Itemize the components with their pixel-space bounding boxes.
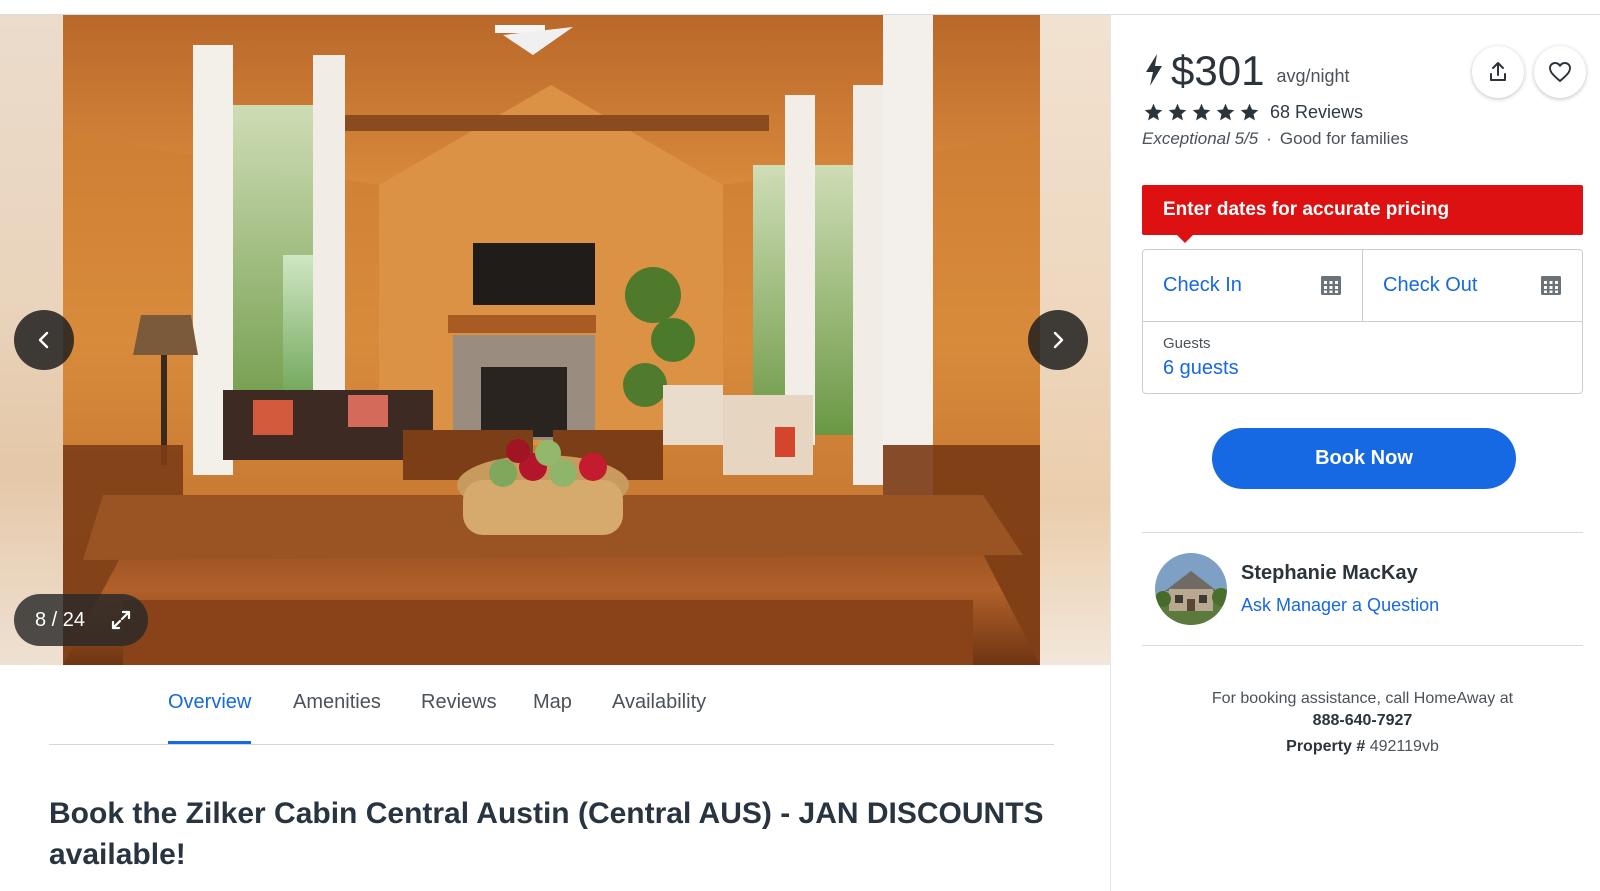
photo-gallery[interactable]: 8 / 24 bbox=[0, 15, 1110, 665]
expand-icon[interactable] bbox=[110, 609, 132, 631]
section-divider bbox=[1142, 645, 1583, 646]
star-icon bbox=[1168, 103, 1187, 121]
check-out-label: Check Out bbox=[1383, 274, 1478, 296]
tab-map[interactable]: Map bbox=[533, 683, 572, 744]
separator-dot: · bbox=[1266, 129, 1272, 148]
rating-summary: Exceptional 5/5 · Good for families bbox=[1142, 129, 1408, 149]
guests-value: 6 guests bbox=[1163, 357, 1239, 379]
share-button[interactable] bbox=[1472, 46, 1524, 98]
star-icon bbox=[1192, 103, 1211, 121]
price-display: $301 avg/night bbox=[1143, 45, 1350, 95]
section-tabs: Overview Amenities Reviews Map Availabil… bbox=[49, 683, 1054, 745]
photo-counter-text: 8 / 24 bbox=[35, 608, 86, 631]
reviews-count[interactable]: 68 Reviews bbox=[1270, 102, 1363, 123]
manager-avatar bbox=[1155, 553, 1227, 625]
check-in-label: Check In bbox=[1163, 274, 1242, 296]
assistance-text: For booking assistance, call HomeAway at bbox=[1211, 690, 1514, 707]
price-unit: avg/night bbox=[1276, 66, 1350, 86]
photo-counter[interactable]: 8 / 24 bbox=[14, 594, 148, 646]
rating-score: Exceptional 5/5 bbox=[1142, 129, 1259, 148]
star-icon bbox=[1144, 103, 1163, 121]
alert-pointer bbox=[1176, 234, 1194, 243]
manager-name: Stephanie MacKay bbox=[1241, 562, 1418, 584]
share-icon bbox=[1490, 62, 1506, 81]
lightning-icon bbox=[1146, 54, 1162, 86]
section-divider bbox=[1142, 532, 1583, 533]
star-icon bbox=[1240, 103, 1259, 121]
chevron-left-icon bbox=[38, 331, 49, 349]
calendar-icon bbox=[1321, 276, 1341, 295]
booking-assistance: For booking assistance, call HomeAway at… bbox=[1142, 688, 1583, 758]
guests-label: Guests bbox=[1163, 335, 1211, 352]
book-now-button[interactable]: Book Now bbox=[1212, 428, 1516, 489]
star-rating bbox=[1143, 102, 1260, 123]
rating-note: Good for families bbox=[1279, 129, 1409, 148]
heart-icon bbox=[1549, 62, 1571, 82]
ask-manager-link[interactable]: Ask Manager a Question bbox=[1241, 595, 1439, 616]
star-icon bbox=[1216, 103, 1235, 121]
nightly-price: $301 bbox=[1171, 47, 1265, 94]
tab-amenities[interactable]: Amenities bbox=[293, 683, 381, 744]
panel-divider bbox=[1110, 15, 1111, 891]
guests-field[interactable]: Guests 6 guests bbox=[1143, 321, 1582, 393]
favorite-button[interactable] bbox=[1534, 46, 1586, 98]
tab-reviews[interactable]: Reviews bbox=[421, 683, 497, 744]
booking-form: Check In Check Out Guests 6 guests bbox=[1142, 249, 1583, 394]
pricing-alert-text: Enter dates for accurate pricing bbox=[1163, 199, 1450, 220]
check-in-field[interactable]: Check In bbox=[1143, 250, 1363, 321]
property-number: Property # 492119vb bbox=[1142, 736, 1583, 758]
manager-avatar-image bbox=[1155, 553, 1227, 625]
cabin-interior-photo bbox=[63, 15, 1040, 665]
previous-photo-button[interactable] bbox=[14, 310, 74, 370]
tab-availability[interactable]: Availability bbox=[612, 683, 706, 744]
chevron-right-icon bbox=[1053, 331, 1064, 349]
property-id: 492119vb bbox=[1369, 738, 1439, 755]
assistance-phone[interactable]: 888-640-7927 bbox=[1142, 710, 1583, 732]
listing-title: Book the Zilker Cabin Central Austin (Ce… bbox=[49, 797, 1044, 871]
calendar-icon bbox=[1541, 276, 1561, 295]
pricing-alert: Enter dates for accurate pricing bbox=[1142, 185, 1583, 243]
tab-overview[interactable]: Overview bbox=[168, 683, 252, 744]
rating-row: 68 Reviews bbox=[1143, 102, 1363, 123]
property-label: Property # bbox=[1286, 738, 1366, 755]
next-photo-button[interactable] bbox=[1028, 310, 1088, 370]
check-out-field[interactable]: Check Out bbox=[1363, 250, 1582, 321]
